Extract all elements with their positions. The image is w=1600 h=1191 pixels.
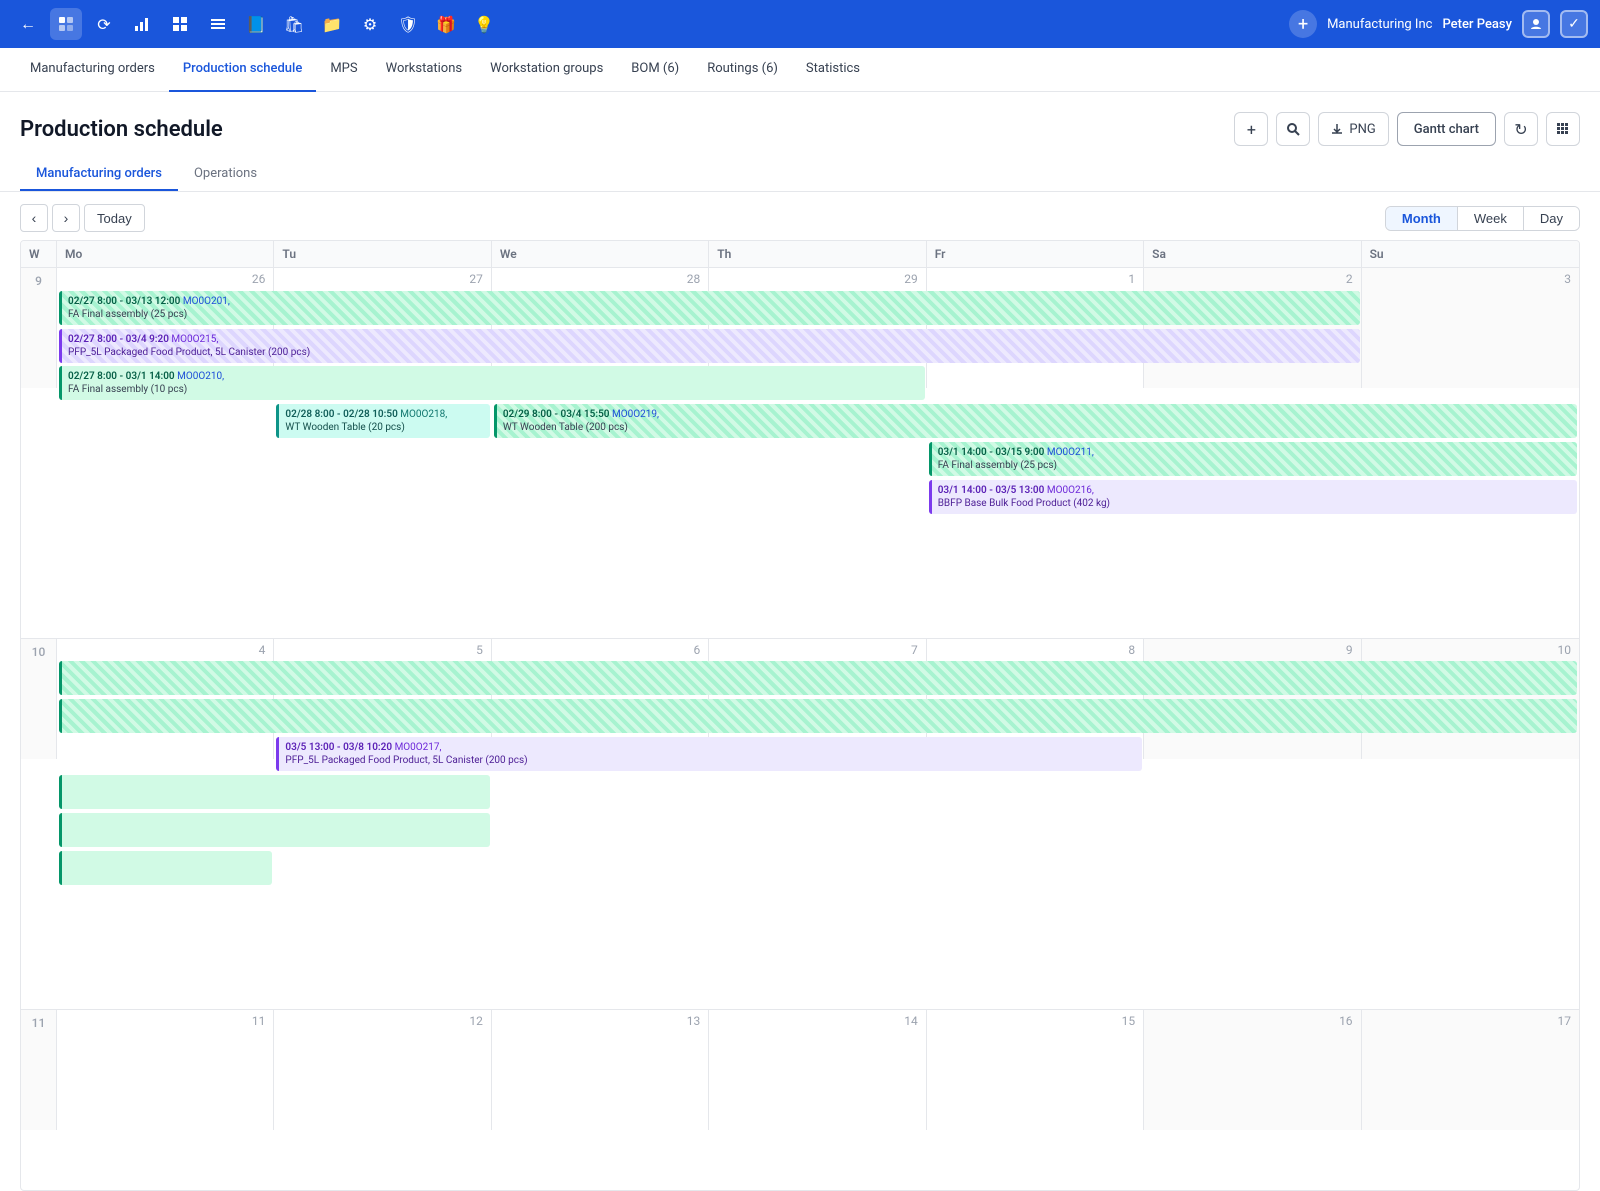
tab-manufacturing-orders[interactable]: Manufacturing orders (20, 158, 178, 191)
week-10: 10 4 5 6 7 8 9 10 03/5 13:00 - 03/8 10:2… (21, 639, 1579, 1010)
event-w10-t4[interactable] (59, 813, 490, 847)
calendar-controls: ‹ › Today Month Week Day (0, 192, 1600, 240)
refresh-button[interactable]: ↻ (1504, 112, 1538, 146)
friday-header: Fr (927, 241, 1144, 267)
bag-icon[interactable]: 🛍 (278, 8, 310, 40)
week-9-num: 9 (21, 268, 57, 388)
week-header: W (21, 241, 57, 267)
user-avatar[interactable] (1522, 10, 1550, 38)
back-button[interactable]: ← (12, 8, 44, 40)
week-11: 11 11 12 13 14 15 16 17 (21, 1010, 1579, 1190)
event-w10-t1[interactable] (59, 699, 1577, 733)
app-icon-main[interactable] (50, 8, 82, 40)
event-mo0o219[interactable]: 02/29 8:00 - 03/4 15:50 MO0O219, WT Wood… (494, 404, 1577, 438)
nav-manufacturing-orders[interactable]: Manufacturing orders (16, 48, 169, 92)
gantt-chart-button[interactable]: Gantt chart (1397, 112, 1496, 146)
period-selector: Month Week Day (1385, 206, 1580, 231)
day-17: 17 (1362, 1010, 1579, 1130)
week-9: 9 26 27 28 29 1 2 3 02/27 8:00 - 03/13 1… (21, 268, 1579, 639)
nav-statistics[interactable]: Statistics (792, 48, 874, 92)
day-15: 15 (927, 1010, 1144, 1130)
event-mo0o217[interactable]: 03/5 13:00 - 03/8 10:20 MO0O217, PFP_5L … (276, 737, 1142, 771)
today-button[interactable]: Today (84, 204, 145, 232)
day-16: 16 (1144, 1010, 1361, 1130)
event-mo0o211[interactable]: 03/1 14:00 - 03/15 9:00 MO0O211, FA Fina… (929, 442, 1577, 476)
secondary-navigation: Manufacturing orders Production schedule… (0, 48, 1600, 92)
folder-icon[interactable]: 📁 (316, 8, 348, 40)
top-navigation-bar: ← ⟳ 📘 🛍 📁 ⚙ 🛡 🎁 💡 + Manufacturing Inc Pe… (0, 0, 1600, 48)
event-mo0o210[interactable]: 02/27 8:00 - 03/1 14:00 MO0O210, FA Fina… (59, 366, 925, 400)
next-button[interactable]: › (52, 204, 80, 232)
bulb-icon[interactable]: 💡 (468, 8, 500, 40)
gift-icon[interactable]: 🎁 (430, 8, 462, 40)
add-button[interactable]: + (1289, 10, 1317, 38)
week-11-days: 11 11 12 13 14 15 16 17 (21, 1010, 1579, 1130)
week-10-num: 10 (21, 639, 57, 759)
page-header: Production schedule + PNG Gantt chart ↻ (0, 92, 1600, 158)
nav-workstations[interactable]: Workstations (372, 48, 477, 92)
week-11-num: 11 (21, 1010, 57, 1130)
company-name: Manufacturing Inc (1327, 17, 1432, 32)
gear-icon[interactable]: ⚙ (354, 8, 386, 40)
calendar: W Mo Tu We Th Fr Sa Su 9 26 27 28 29 1 2… (20, 240, 1580, 1191)
monday-header: Mo (57, 241, 274, 267)
day-12: 12 (274, 1010, 491, 1130)
view-toggle-button[interactable] (1546, 112, 1580, 146)
navigation-buttons: ‹ › Today (20, 204, 145, 232)
nav-routings[interactable]: Routings (6) (693, 48, 792, 92)
png-label: PNG (1349, 122, 1375, 137)
day-14: 14 (709, 1010, 926, 1130)
spinner-icon[interactable]: ⟳ (88, 8, 120, 40)
notifications-icon[interactable]: ✓ (1560, 10, 1588, 38)
event-mo0o216[interactable]: 03/1 14:00 - 03/5 13:00 MO0O216, BBFP Ba… (929, 480, 1577, 514)
shield-icon[interactable]: 🛡 (392, 8, 424, 40)
top-bar-right-section: + Manufacturing Inc Peter Peasy ✓ (1289, 10, 1588, 38)
add-new-button[interactable]: + (1234, 112, 1268, 146)
sunday-header: Su (1362, 241, 1579, 267)
nav-mps[interactable]: MPS (316, 48, 371, 92)
tab-operations[interactable]: Operations (178, 158, 273, 191)
page-title: Production schedule (20, 117, 223, 142)
day-button[interactable]: Day (1524, 207, 1579, 230)
day-11a: 11 (57, 1010, 274, 1130)
prev-button[interactable]: ‹ (20, 204, 48, 232)
nav-workstation-groups[interactable]: Workstation groups (476, 48, 617, 92)
wednesday-header: We (492, 241, 709, 267)
saturday-header: Sa (1144, 241, 1361, 267)
search-button[interactable] (1276, 112, 1310, 146)
tuesday-header: Tu (274, 241, 491, 267)
day-13: 13 (492, 1010, 709, 1130)
chart-icon[interactable] (126, 8, 158, 40)
month-button[interactable]: Month (1386, 207, 1458, 230)
nav-production-schedule[interactable]: Production schedule (169, 48, 316, 92)
week-button[interactable]: Week (1458, 207, 1524, 230)
sub-tabs: Manufacturing orders Operations (0, 158, 1600, 192)
event-mo0o215[interactable]: 02/27 8:00 - 03/4 9:20 MO0O215, PFP_5L P… (59, 329, 1360, 363)
username: Peter Peasy (1442, 17, 1512, 32)
event-w10-t3[interactable] (59, 775, 490, 809)
nav-bom[interactable]: BOM (6) (617, 48, 693, 92)
gantt-label: Gantt chart (1414, 122, 1479, 137)
grid-icon[interactable] (164, 8, 196, 40)
calendar-header: W Mo Tu We Th Fr Sa Su (21, 241, 1579, 268)
list-icon[interactable] (202, 8, 234, 40)
export-png-button[interactable]: PNG (1318, 112, 1388, 146)
thursday-header: Th (709, 241, 926, 267)
event-w10-t0[interactable] (59, 661, 1577, 695)
event-mo0o201[interactable]: 02/27 8:00 - 03/13 12:00 MO0O201, FA Fin… (59, 291, 1360, 325)
page-actions: + PNG Gantt chart ↻ (1234, 112, 1580, 146)
event-mo0o218[interactable]: 02/28 8:00 - 02/28 10:50 MO0O218, WT Woo… (276, 404, 489, 438)
book-icon[interactable]: 📘 (240, 8, 272, 40)
event-w10-t5[interactable] (59, 851, 272, 885)
